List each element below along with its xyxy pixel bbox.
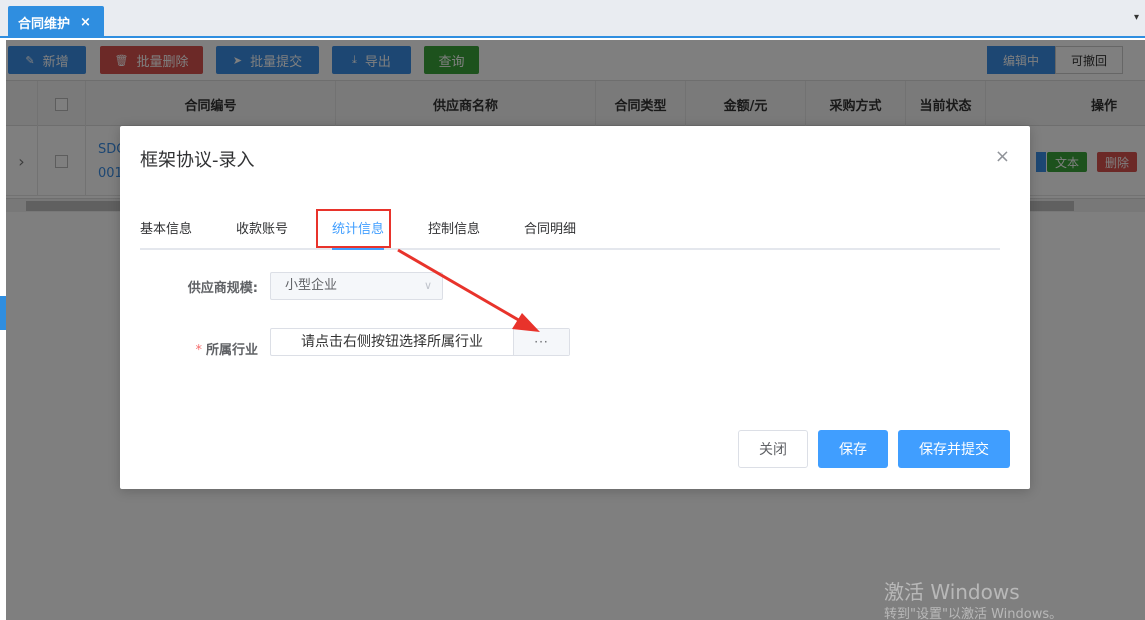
industry-input[interactable]: 请点击右侧按钮选择所属行业	[301, 329, 483, 355]
tab-contract-maintenance[interactable]: 合同维护 ×	[8, 6, 104, 38]
supplier-scale-value: 小型企业	[285, 278, 338, 293]
tab-control-info[interactable]: 控制信息	[428, 214, 480, 248]
industry-field: 请点击右侧按钮选择所属行业 ···	[270, 328, 570, 356]
dialog-tabs: 基本信息 收款账号 统计信息 控制信息 合同明细	[140, 214, 1000, 250]
close-button[interactable]: 关闭	[738, 430, 808, 468]
tab-strip: 合同维护 × ▾	[0, 0, 1145, 38]
industry-label: * 所属行业	[140, 339, 258, 358]
windows-watermark-title: 激活 Windows	[884, 580, 1020, 604]
windows-watermark-subtitle: 转到"设置"以激活 Windows。	[884, 607, 1063, 620]
tab-label: 合同维护	[18, 16, 71, 32]
tab-close-icon[interactable]: ×	[80, 15, 91, 30]
tab-contract-details[interactable]: 合同明细	[524, 214, 576, 248]
industry-label-text: 所属行业	[205, 343, 258, 358]
tab-payment-account[interactable]: 收款账号	[236, 214, 288, 248]
industry-picker-button[interactable]: ···	[513, 329, 569, 355]
save-button[interactable]: 保存	[818, 430, 888, 468]
required-asterisk: *	[195, 343, 202, 358]
tab-dropdown-icon[interactable]: ▾	[1134, 12, 1139, 23]
dialog-title: 框架协议-录入	[140, 150, 255, 171]
dialog-close-icon[interactable]: ×	[995, 146, 1010, 167]
supplier-scale-label: 供应商规模:	[187, 281, 258, 296]
tab-basic-info[interactable]: 基本信息	[140, 214, 192, 248]
save-and-submit-button[interactable]: 保存并提交	[898, 430, 1010, 468]
supplier-scale-select[interactable]: 小型企业 ∨	[270, 272, 443, 300]
framework-agreement-dialog: 框架协议-录入 × 基本信息 收款账号 统计信息 控制信息 合同明细 供应商规模…	[120, 126, 1030, 489]
active-tab-indicator	[332, 248, 385, 250]
highlight-box	[316, 209, 391, 248]
chevron-down-icon: ∨	[423, 279, 432, 292]
